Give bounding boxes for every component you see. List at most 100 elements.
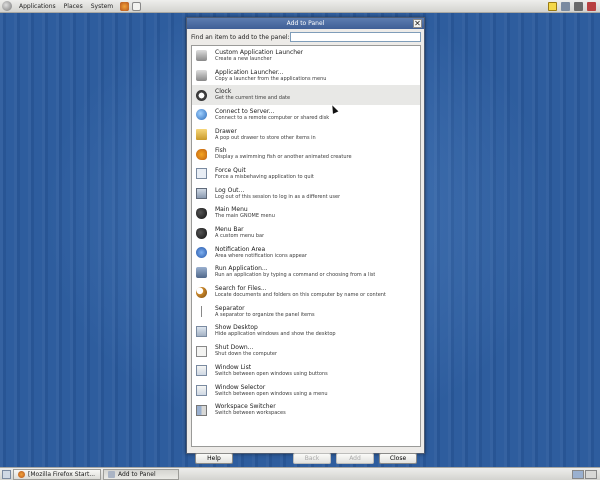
list-item[interactable]: Force Quit Force a misbehaving applicatio…	[192, 164, 420, 184]
item-name: Menu Bar	[215, 226, 244, 234]
dialog-title: Add to Panel	[286, 20, 325, 27]
list-item[interactable]: Separator A separator to organize the pan…	[192, 302, 420, 322]
item-description: A separator to organize the panel items	[215, 311, 315, 318]
list-item[interactable]: Window List Switch between open windows u…	[192, 361, 420, 381]
workspace-icon-glyph	[196, 404, 207, 416]
list-item[interactable]: Connect to Server... Connect to a remote …	[192, 105, 420, 125]
list-item[interactable]: Window Selector Switch between open windo…	[192, 381, 420, 401]
magnifier-icon	[195, 286, 208, 299]
item-name: Notification Area	[215, 245, 266, 253]
task-firefox[interactable]: [Mozilla Firefox Start...	[13, 468, 101, 480]
item-text: Notification Area Area where notification…	[215, 246, 307, 260]
shutdown-icon-glyph	[196, 345, 207, 357]
workspace-1[interactable]	[572, 469, 584, 479]
item-description: Run an application by typing a command o…	[215, 272, 376, 279]
globe-icon	[195, 108, 208, 121]
list-item[interactable]: Clock Get the current time and date	[192, 85, 420, 106]
menu-applications[interactable]: Applications	[15, 0, 60, 13]
window-selector-icon	[195, 384, 208, 397]
logout-icon-glyph	[196, 188, 207, 200]
item-name: Search for Files...	[215, 285, 267, 293]
desktop-icon-glyph	[196, 325, 207, 337]
item-text: Run Application... Run an application by …	[215, 265, 375, 279]
network-icon[interactable]	[561, 1, 570, 11]
close-icon[interactable]: ✕	[413, 19, 422, 28]
item-description: Force a misbehaving application to quit	[215, 173, 314, 180]
item-name: Show Desktop	[215, 324, 258, 332]
close-button[interactable]: Close	[379, 453, 417, 464]
workspace-2[interactable]	[585, 469, 597, 479]
app-launcher-icon-glyph	[196, 70, 207, 82]
power-icon[interactable]	[587, 1, 596, 11]
item-description: Create a new launcher	[215, 55, 272, 62]
item-name: Window List	[215, 363, 252, 371]
help-button[interactable]: Help	[195, 453, 233, 464]
drawer-icon	[195, 128, 208, 141]
list-item[interactable]: Workspace Switcher Switch between workspa…	[192, 400, 420, 420]
item-description: A pop out drawer to store other items in	[215, 134, 316, 141]
notes-icon[interactable]	[548, 1, 557, 11]
magnifier-icon-glyph	[196, 286, 207, 298]
item-text: Menu Bar A custom menu bar	[215, 226, 264, 240]
item-text: Application Launcher... Copy a launcher f…	[215, 69, 326, 83]
item-text: Fish Display a swimming fish or another a…	[215, 147, 352, 161]
item-text: Force Quit Force a misbehaving applicatio…	[215, 167, 314, 181]
browser-launcher-icon[interactable]	[120, 1, 130, 11]
list-item[interactable]: Run Application... Run an application by …	[192, 263, 420, 283]
menu-system[interactable]: System	[87, 0, 117, 13]
list-item[interactable]: Custom Application Launcher Create a new …	[192, 46, 420, 66]
item-name: Drawer	[215, 127, 237, 135]
dialog-titlebar[interactable]: Add to Panel ✕	[187, 18, 424, 29]
list-item[interactable]: Application Launcher... Copy a launcher f…	[192, 66, 420, 86]
gnome-foot-icon-glyph	[196, 207, 207, 219]
item-text: Main Menu The main GNOME menu	[215, 206, 275, 220]
back-button[interactable]: Back	[293, 453, 331, 464]
run-icon-glyph	[196, 266, 207, 278]
system-tray	[548, 1, 600, 11]
list-item[interactable]: Menu Bar A custom menu bar	[192, 223, 420, 243]
list-item[interactable]: Shut Down... Shut down the computer	[192, 341, 420, 361]
list-item[interactable]: Fish Display a swimming fish or another a…	[192, 144, 420, 164]
item-description: Switch between open windows using a menu	[215, 390, 328, 397]
email-launcher-icon[interactable]	[132, 1, 142, 11]
add-button[interactable]: Add	[336, 453, 374, 464]
item-text: Custom Application Launcher Create a new …	[215, 49, 303, 63]
workspace-switcher	[572, 469, 600, 479]
item-description: Switch between workspaces	[215, 410, 286, 417]
search-input[interactable]	[289, 32, 421, 42]
task-add-to-panel[interactable]: Add to Panel	[103, 468, 179, 480]
list-item[interactable]: Show Desktop Hide application windows and…	[192, 322, 420, 342]
item-text: Log Out... Log out of this session to log…	[215, 187, 340, 201]
item-name: Separator	[215, 304, 245, 312]
item-description: The main GNOME menu	[215, 213, 275, 220]
gnome-foot-icon	[195, 207, 208, 220]
item-name: Shut Down...	[215, 344, 254, 352]
menu-places[interactable]: Places	[60, 0, 87, 13]
item-list[interactable]: Custom Application Launcher Create a new …	[191, 45, 421, 447]
item-name: Log Out...	[215, 186, 245, 194]
gnome-foot-icon[interactable]	[2, 1, 12, 11]
drawer-icon-glyph	[196, 129, 207, 141]
force-quit-icon	[195, 167, 208, 180]
task-label: Add to Panel	[118, 470, 156, 478]
globe-icon-glyph	[196, 109, 207, 121]
item-text: Drawer A pop out drawer to store other it…	[215, 128, 316, 142]
list-item[interactable]: Drawer A pop out drawer to store other it…	[192, 125, 420, 145]
list-item[interactable]: Notification Area Area where notification…	[192, 243, 420, 263]
gnome-foot-icon-glyph	[196, 227, 207, 239]
show-desktop-button[interactable]	[2, 469, 11, 479]
volume-icon[interactable]	[574, 1, 583, 11]
force-quit-icon-glyph	[196, 168, 207, 180]
bottom-panel: [Mozilla Firefox Start... Add to Panel	[0, 467, 600, 480]
search-row: Find an item to add to the panel:	[191, 32, 421, 42]
desktop-icon	[195, 325, 208, 338]
list-item[interactable]: Search for Files... Locate documents and …	[192, 282, 420, 302]
item-description: Get the current time and date	[215, 95, 291, 102]
list-item[interactable]: Main Menu The main GNOME menu	[192, 204, 420, 224]
item-text: Separator A separator to organize the pan…	[215, 305, 315, 319]
item-description: Area where notification icons appear	[215, 252, 307, 259]
window-selector-icon-glyph	[196, 385, 207, 397]
gnome-foot-icon	[195, 227, 208, 240]
list-item[interactable]: Log Out... Log out of this session to log…	[192, 184, 420, 204]
workspace-icon	[195, 404, 208, 417]
